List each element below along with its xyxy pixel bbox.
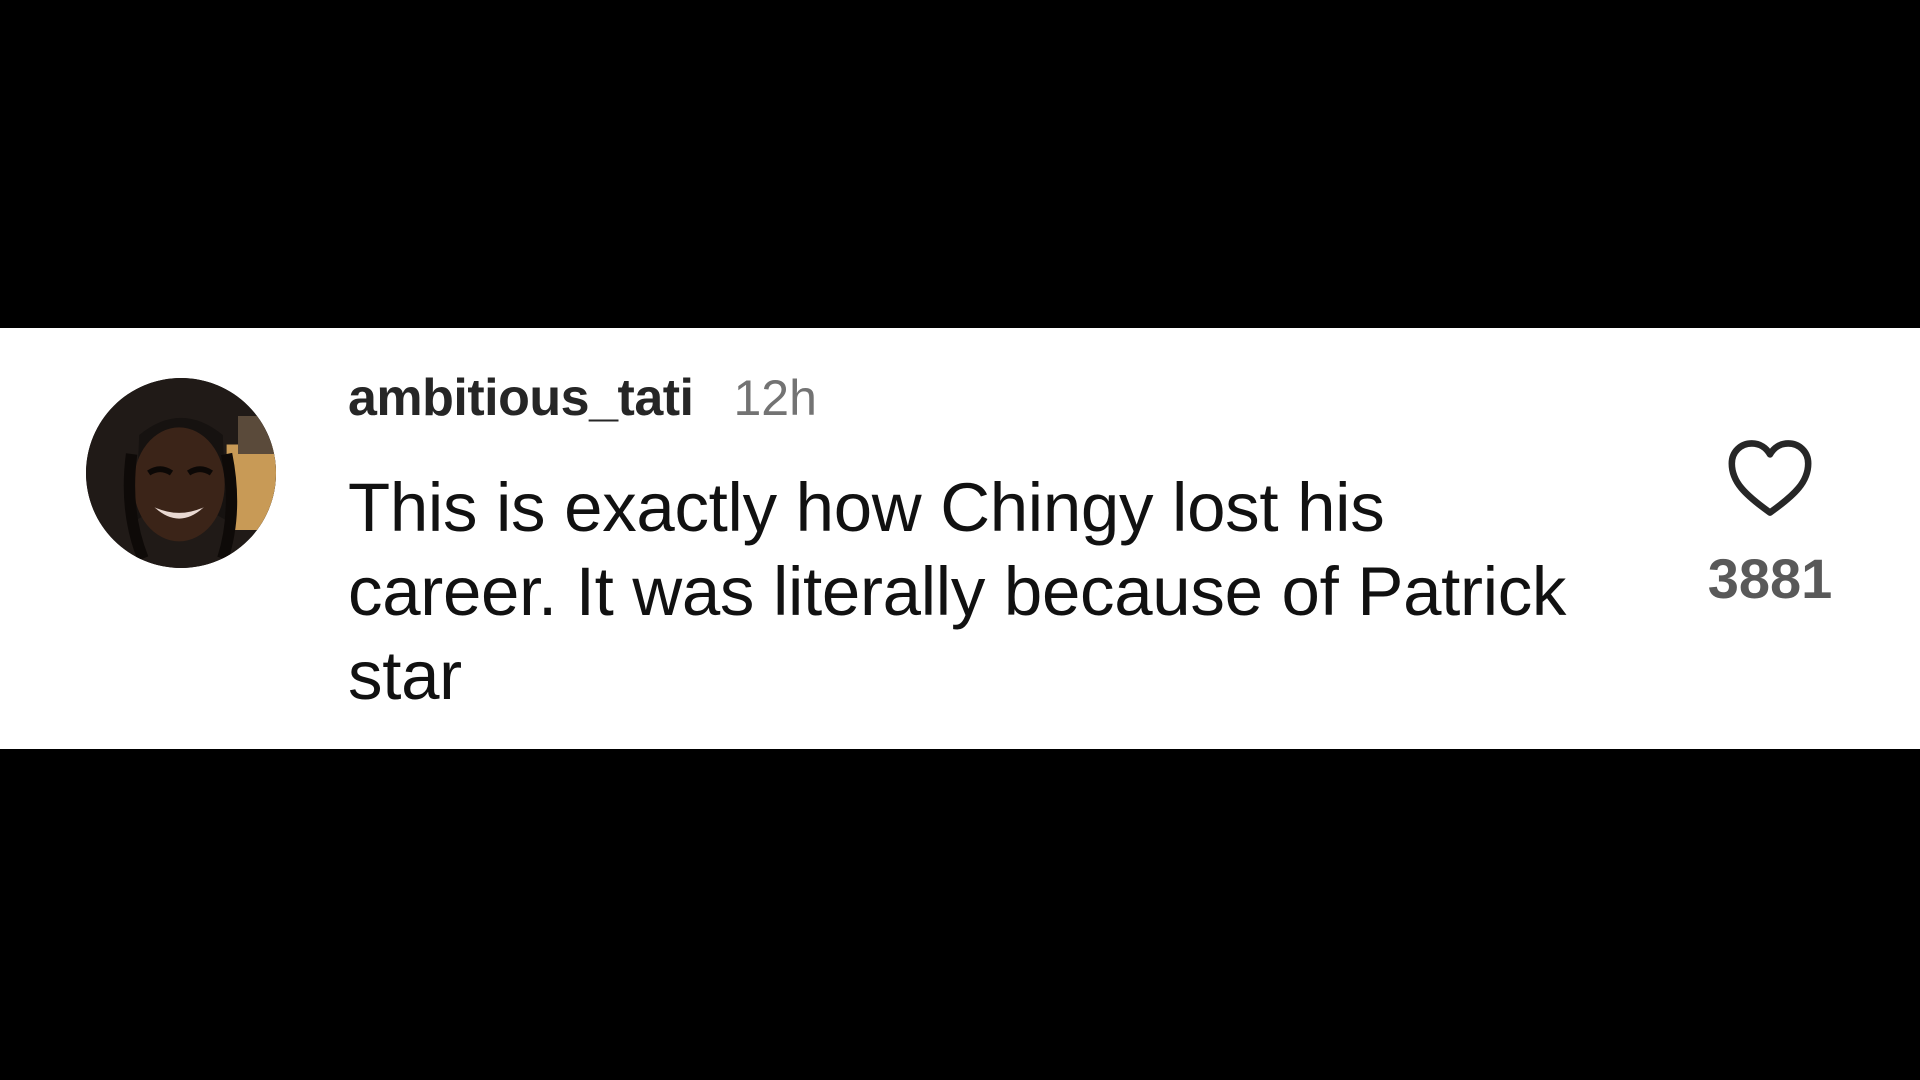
like-area: 3881 <box>1680 438 1860 611</box>
avatar[interactable] <box>86 378 276 568</box>
avatar-image <box>86 378 276 568</box>
username-link[interactable]: ambitious_tati <box>348 368 694 428</box>
heart-outline-icon[interactable] <box>1726 438 1814 518</box>
like-count: 3881 <box>1707 547 1833 610</box>
comment-card: ambitious_tati 12h This is exactly how C… <box>0 328 1920 749</box>
comment-header: ambitious_tati 12h <box>348 368 817 428</box>
comment-text: This is exactly how Chingy lost his care… <box>348 469 1567 714</box>
comment-timestamp: 12h <box>733 370 817 426</box>
